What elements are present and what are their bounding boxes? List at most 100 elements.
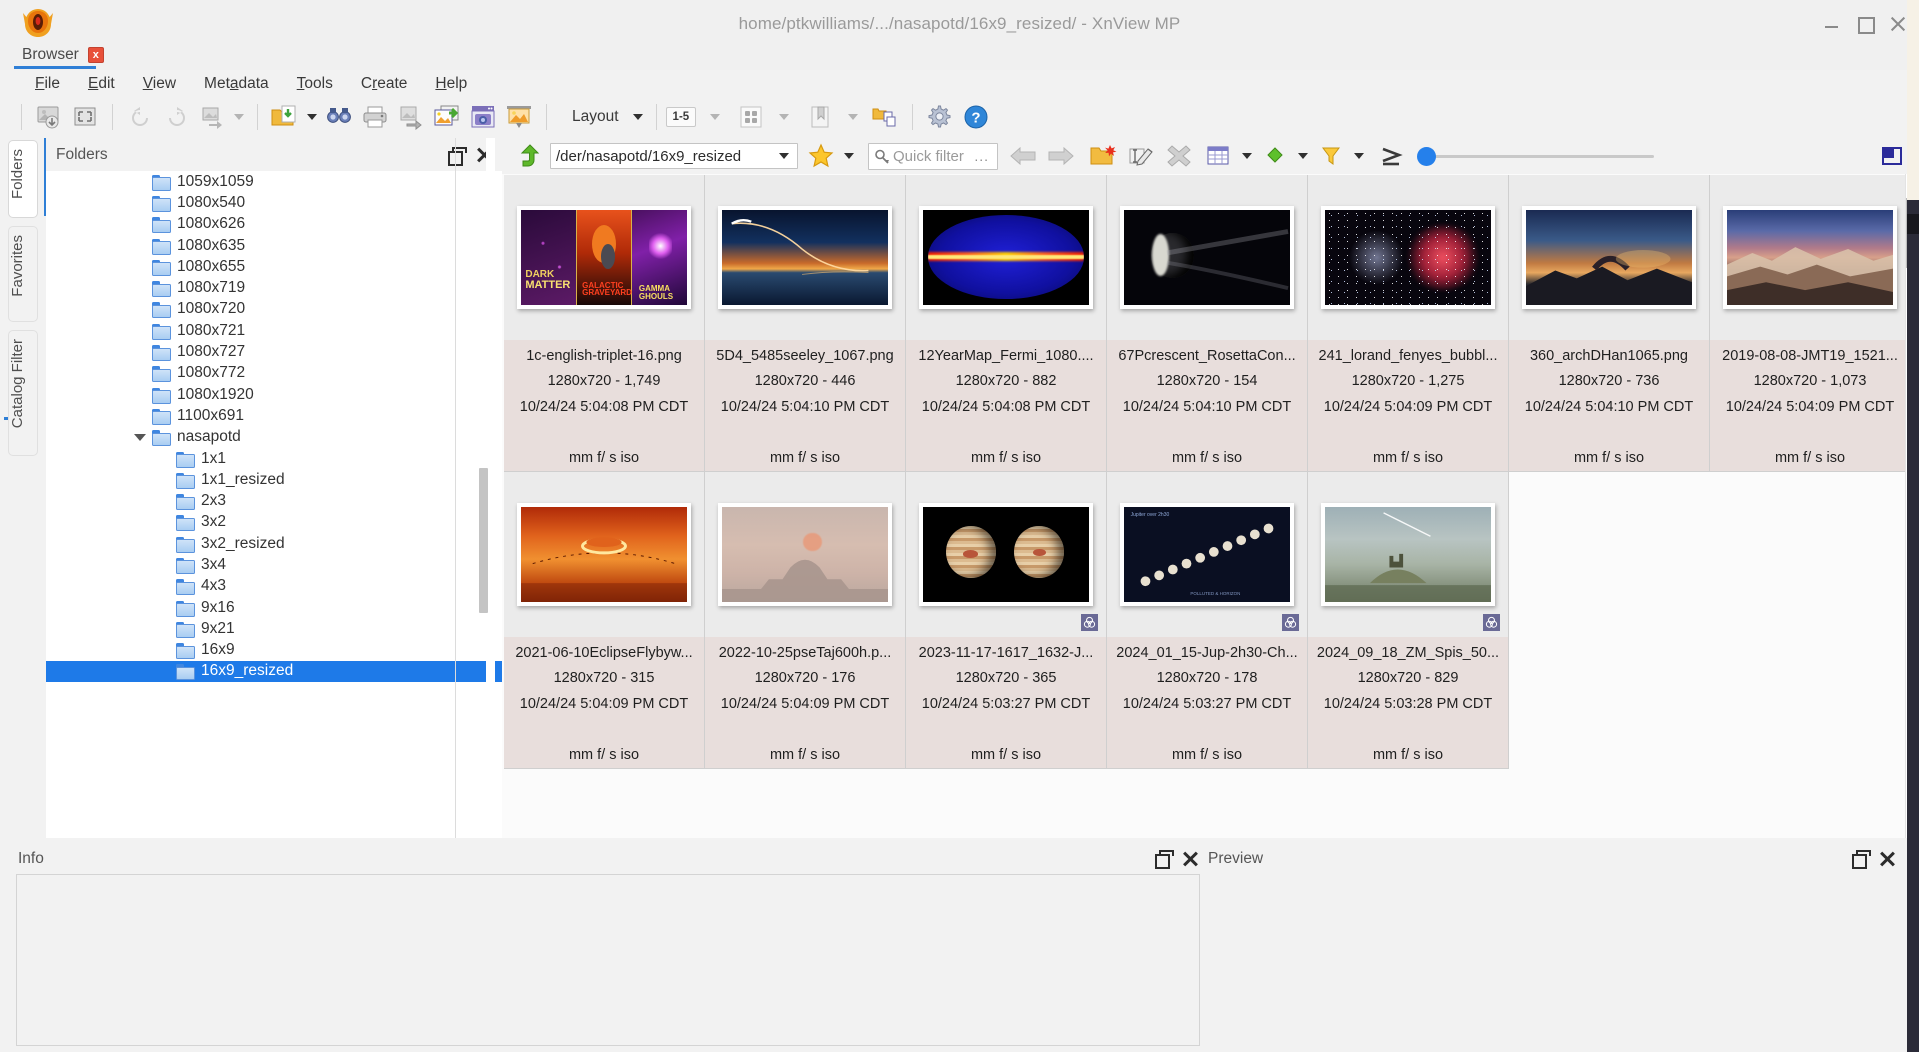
rename-icon[interactable] bbox=[1126, 141, 1156, 171]
folder-tree-item[interactable]: 1080x720 bbox=[46, 299, 502, 320]
print-icon[interactable] bbox=[358, 101, 392, 133]
folder-tree-item[interactable]: 1080x721 bbox=[46, 320, 502, 341]
layout-dropdown-caret[interactable] bbox=[629, 102, 647, 132]
minimize-button[interactable] bbox=[1824, 16, 1839, 31]
thumbnail-cell[interactable]: 2019-08-08-JMT19_1521... 1280x720 - 1,073… bbox=[1710, 175, 1911, 472]
delete-icon[interactable] bbox=[1164, 141, 1194, 171]
menu-help[interactable]: Help bbox=[422, 72, 480, 96]
folders-undock-icon[interactable] bbox=[448, 146, 467, 166]
menu-edit[interactable]: Edit bbox=[75, 72, 128, 96]
maximize-button[interactable] bbox=[1857, 16, 1875, 34]
thumbnail-image[interactable] bbox=[718, 205, 892, 309]
sidebar-item-favorites[interactable]: Favorites bbox=[8, 226, 38, 322]
favorite-star-icon[interactable] bbox=[808, 143, 834, 169]
folder-tree-item[interactable]: 1080x626 bbox=[46, 214, 502, 235]
thumbnail-image-area[interactable] bbox=[504, 472, 704, 637]
thumbnail-grid[interactable]: DARK MATTER GALACTIC GRAVEYARD GAMMA GHO… bbox=[504, 175, 1919, 769]
folder-tree-item[interactable]: 3x4 bbox=[46, 554, 502, 575]
path-dropdown-caret[interactable] bbox=[771, 153, 797, 159]
thumbnail-size-icon[interactable] bbox=[734, 101, 768, 133]
thumbnail-image-area[interactable] bbox=[1107, 175, 1307, 340]
thumbnail-image-area[interactable] bbox=[1509, 175, 1709, 340]
copy-to-folder-icon[interactable] bbox=[868, 101, 902, 133]
sidebar-item-folders[interactable]: Folders bbox=[8, 140, 38, 218]
thumbnail-image[interactable] bbox=[1321, 502, 1495, 606]
folder-tree[interactable]: 1059x1059 1080x540 1080x626 1080x635 1080x65… bbox=[46, 171, 502, 838]
folder-tree-item[interactable]: 16x9 bbox=[46, 640, 502, 661]
menu-view[interactable]: View bbox=[130, 72, 189, 96]
folder-tree-item[interactable]: 1x1 bbox=[46, 448, 502, 469]
thumbnail-image[interactable] bbox=[517, 502, 691, 606]
thumbnail-cell[interactable]: Jupiter over 2h30 POLLUTED & HORIZON 202… bbox=[1107, 472, 1308, 769]
settings-icon[interactable] bbox=[923, 101, 957, 133]
thumbnail-image-area[interactable] bbox=[906, 472, 1106, 637]
folder-tree-item[interactable]: 1080x540 bbox=[46, 192, 502, 213]
thumbnail-cell[interactable]: 241_lorand_fenyes_bubbl... 1280x720 - 1,2… bbox=[1308, 175, 1509, 472]
thumbnail-image[interactable] bbox=[1522, 205, 1696, 309]
folder-tree-item[interactable]: 1080x772 bbox=[46, 363, 502, 384]
thumbnail-grid-area[interactable]: DARK MATTER GALACTIC GRAVEYARD GAMMA GHO… bbox=[502, 174, 1919, 838]
preview-pane-icon[interactable] bbox=[1879, 143, 1905, 169]
thumbnail-cell[interactable]: 360_archDHan1065.png 1280x720 - 736 10/24/… bbox=[1509, 175, 1710, 472]
tree-expander-open-icon[interactable] bbox=[134, 433, 146, 441]
folder-tree-item[interactable]: 1080x1920 bbox=[46, 384, 502, 405]
slideshow-icon[interactable] bbox=[502, 101, 536, 133]
quick-filter-input[interactable]: Quick filter bbox=[893, 148, 964, 165]
thumbnail-image[interactable] bbox=[919, 502, 1093, 606]
open-folder-icon[interactable] bbox=[268, 101, 302, 133]
filter-icon[interactable] bbox=[1316, 141, 1346, 171]
thumbnail-image[interactable] bbox=[1321, 205, 1495, 309]
zoom-slider-track[interactable] bbox=[1417, 146, 1654, 166]
color-label-dropdown-caret[interactable] bbox=[1294, 141, 1312, 171]
folder-tree-scroll-thumb[interactable] bbox=[479, 468, 488, 613]
thumbnail-cell[interactable]: 5D4_5485seeley_1067.png 1280x720 - 446 10/… bbox=[705, 175, 906, 472]
path-input[interactable]: der/nasapotd/16x9_resized/ bbox=[551, 148, 771, 165]
zoom-slider[interactable] bbox=[1417, 146, 1654, 166]
thumbnail-cell[interactable]: 2024_09_18_ZM_Spis_50... 1280x720 - 829 10… bbox=[1308, 472, 1509, 769]
thumbnail-image-area[interactable]: Jupiter over 2h30 POLLUTED & HORIZON bbox=[1107, 472, 1307, 637]
thumbnail-cell[interactable]: 12YearMap_Fermi_1080.... 1280x720 - 882 10… bbox=[906, 175, 1107, 472]
menu-create[interactable]: Create bbox=[348, 72, 421, 96]
new-folder-icon[interactable] bbox=[1088, 141, 1118, 171]
folder-tree-item[interactable]: 1059x1059 bbox=[46, 171, 502, 192]
folder-tree-item[interactable]: 1100x691 bbox=[46, 405, 502, 426]
thumbnail-cell[interactable]: 2021-06-10EclipseFlybyw... 1280x720 - 315… bbox=[504, 472, 705, 769]
star-dropdown-caret[interactable] bbox=[840, 141, 858, 171]
folder-tree-item[interactable]: 16x9_resized bbox=[46, 660, 502, 683]
batch-convert-icon[interactable] bbox=[394, 101, 428, 133]
folder-tree-item[interactable]: 9x21 bbox=[46, 618, 502, 639]
bookmark-icon[interactable] bbox=[803, 101, 837, 133]
thumbnail-image-area[interactable] bbox=[705, 175, 905, 340]
thumbnail-image-area[interactable]: DARK MATTER GALACTIC GRAVEYARD GAMMA GHO… bbox=[504, 175, 704, 340]
help-icon[interactable]: ? bbox=[959, 101, 993, 133]
folder-tree-item[interactable]: 3x2_resized bbox=[46, 533, 502, 554]
thumbnail-image-area[interactable] bbox=[1308, 472, 1508, 637]
back-arrow-icon[interactable] bbox=[1008, 141, 1038, 171]
page-range-button[interactable]: 1-5 bbox=[665, 107, 697, 127]
folder-tree-item[interactable]: 1080x719 bbox=[46, 277, 502, 298]
fit-window-icon[interactable] bbox=[68, 101, 102, 133]
thumbnail-image[interactable] bbox=[718, 502, 892, 606]
thumbnail-image[interactable]: DARK MATTER GALACTIC GRAVEYARD GAMMA GHO… bbox=[517, 205, 691, 309]
rotate-left-icon[interactable] bbox=[123, 101, 157, 133]
navigate-up-icon[interactable] bbox=[516, 142, 544, 170]
thumbnail-cell[interactable]: 2022-10-25pseTaj600h.p... 1280x720 - 176 1… bbox=[705, 472, 906, 769]
sort-icon[interactable] bbox=[1376, 141, 1406, 171]
close-button[interactable] bbox=[1890, 16, 1905, 31]
thumbnail-image-area[interactable] bbox=[1308, 175, 1508, 340]
quick-filter-box[interactable]: Quick filter ... bbox=[868, 142, 998, 170]
preview-undock-icon[interactable] bbox=[1852, 850, 1871, 869]
page-range-dropdown-caret[interactable] bbox=[706, 102, 724, 132]
layout-label[interactable]: Layout bbox=[556, 108, 629, 126]
zoom-slider-knob[interactable] bbox=[1417, 146, 1436, 166]
sidebar-item-catalog-filter[interactable]: Catalog Filter bbox=[8, 330, 38, 456]
thumbnail-size-dropdown-caret[interactable] bbox=[775, 102, 793, 132]
folder-tree-item[interactable]: 3x2 bbox=[46, 512, 502, 533]
preview-close-icon[interactable] bbox=[1880, 851, 1895, 866]
thumbnail-image[interactable] bbox=[1120, 205, 1294, 309]
transform-icon[interactable] bbox=[195, 101, 229, 133]
rotate-right-icon[interactable] bbox=[159, 101, 193, 133]
folder-tree-item[interactable]: 1080x635 bbox=[46, 235, 502, 256]
folder-tree-item[interactable]: 4x3 bbox=[46, 576, 502, 597]
folder-tree-item[interactable]: 1080x727 bbox=[46, 341, 502, 362]
